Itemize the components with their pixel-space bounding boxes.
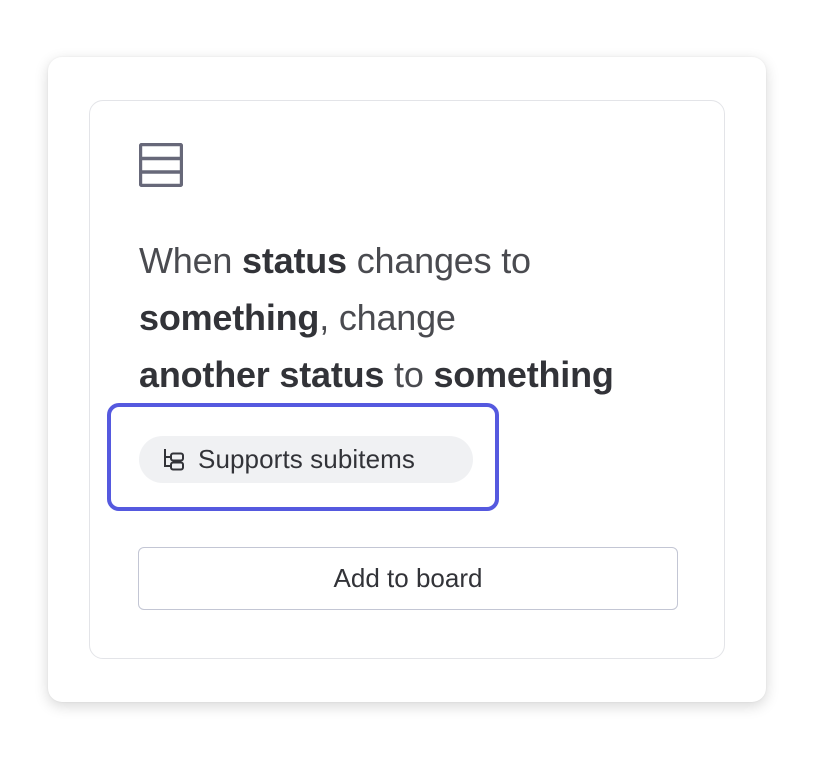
supports-subitems-tag: Supports subitems — [139, 436, 473, 483]
recipe-word: to — [384, 354, 434, 395]
subitems-tree-icon — [161, 447, 187, 473]
recipe-word: When — [139, 240, 243, 281]
recipe-word: changes to — [346, 240, 531, 281]
recipe-field-status: status — [242, 240, 347, 281]
recipe-field-something-target: something — [433, 354, 614, 395]
supports-subitems-label: Supports subitems — [198, 444, 416, 474]
recipe-field-another-status: another status — [139, 354, 385, 395]
add-to-board-button[interactable]: Add to board — [138, 547, 678, 610]
table-rows-icon — [138, 142, 184, 188]
recipe-field-something: something — [139, 297, 320, 338]
recipe-sentence: When status changes to something, change… — [139, 232, 699, 403]
recipe-word: , change — [319, 297, 456, 338]
